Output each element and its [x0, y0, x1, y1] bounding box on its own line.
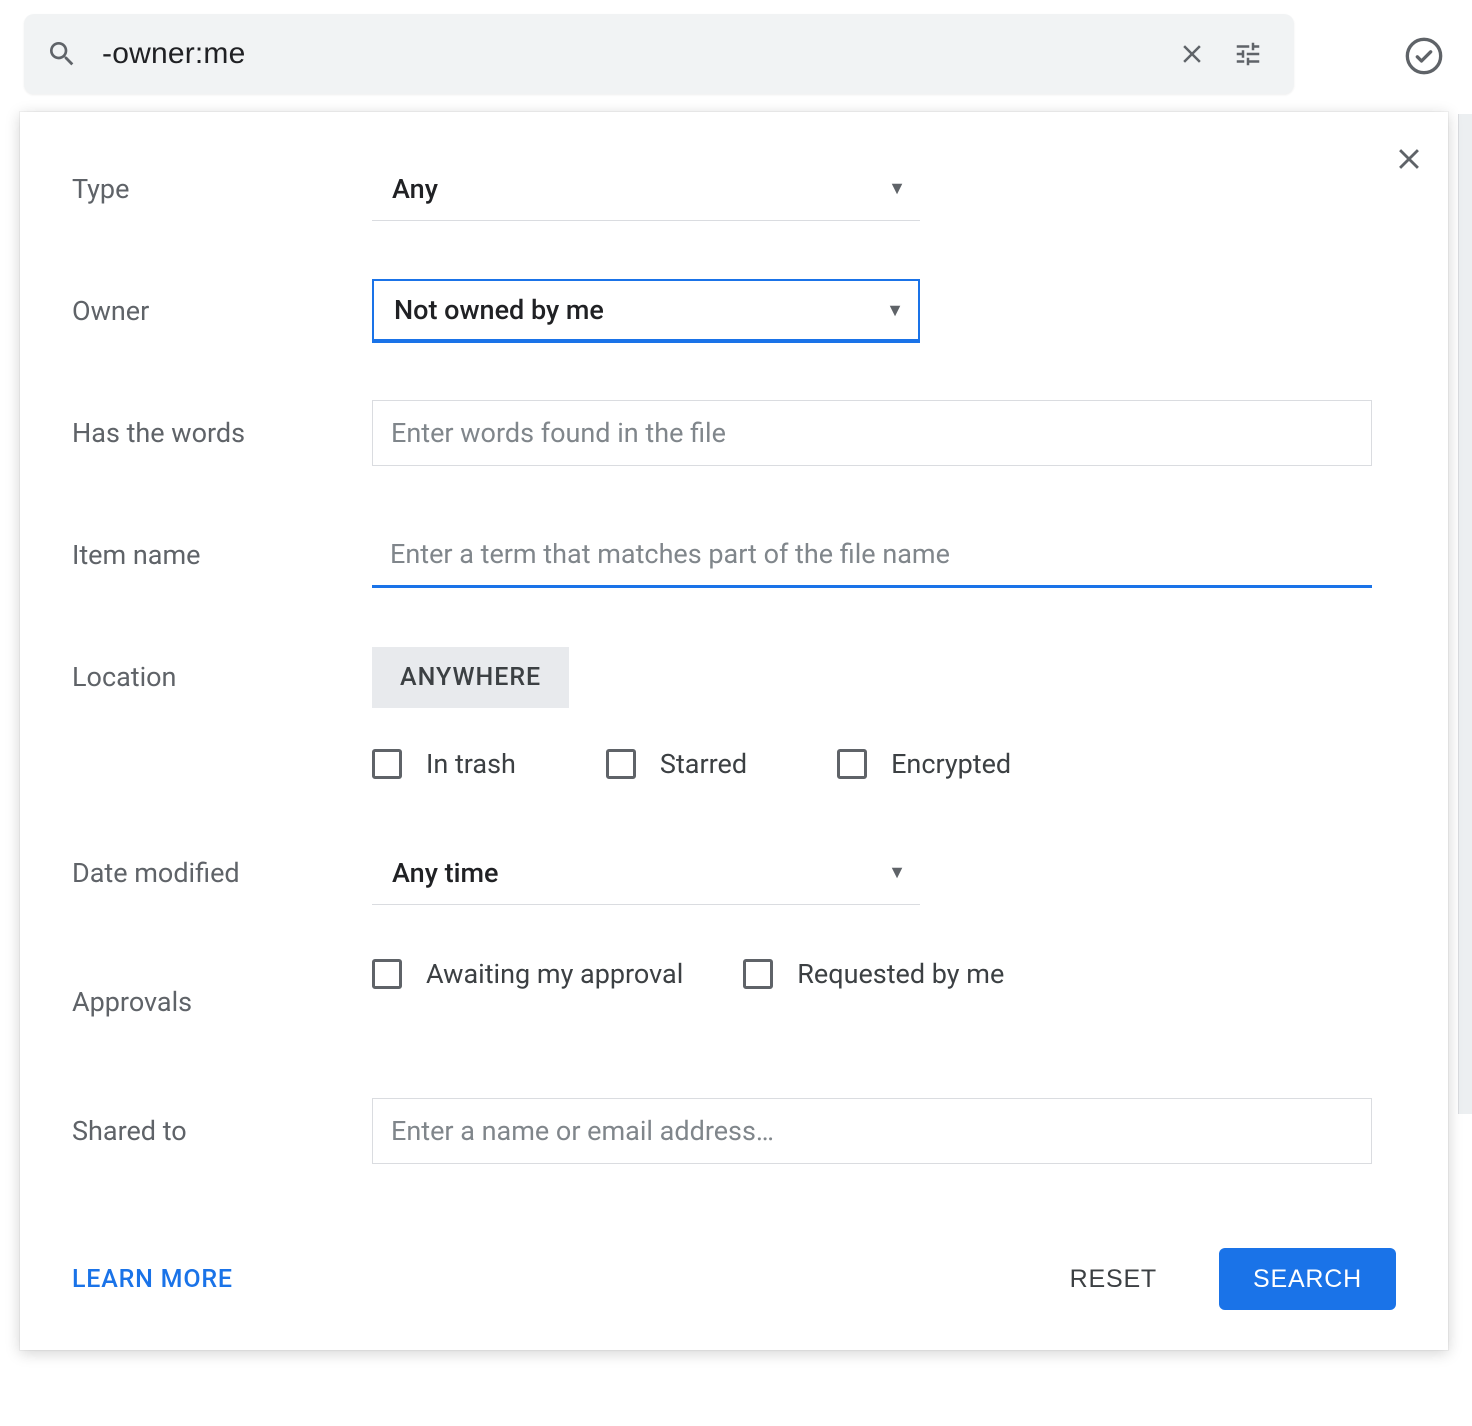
close-panel-button[interactable]	[1392, 142, 1426, 180]
item-name-input[interactable]	[372, 522, 1372, 588]
offline-ready-icon[interactable]	[1404, 36, 1444, 80]
encrypted-checkbox[interactable]: Encrypted	[837, 748, 1011, 780]
type-label: Type	[72, 173, 372, 205]
chevron-down-icon: ▼	[886, 300, 904, 321]
reset-button[interactable]: RESET	[1036, 1248, 1191, 1310]
location-checks: In trash Starred Encrypted	[72, 748, 1396, 780]
location-label: Location	[72, 661, 372, 693]
checkbox-icon	[372, 749, 402, 779]
requested-by-me-label: Requested by me	[797, 958, 1004, 990]
in-trash-checkbox[interactable]: In trash	[372, 748, 516, 780]
checkbox-icon	[743, 959, 773, 989]
shared-to-input[interactable]	[372, 1098, 1372, 1164]
search-icon	[46, 38, 78, 70]
type-dropdown[interactable]: Any ▼	[372, 157, 920, 221]
awaiting-approval-checkbox[interactable]: Awaiting my approval	[372, 958, 683, 990]
encrypted-label: Encrypted	[891, 748, 1011, 780]
learn-more-link[interactable]: LEARN MORE	[72, 1265, 233, 1294]
has-words-label: Has the words	[72, 417, 372, 449]
chevron-down-icon: ▼	[888, 178, 906, 199]
date-modified-value: Any time	[392, 857, 499, 889]
item-name-label: Item name	[72, 539, 372, 571]
owner-label: Owner	[72, 295, 372, 327]
owner-dropdown-value: Not owned by me	[394, 294, 604, 326]
clear-search-button[interactable]	[1164, 26, 1220, 82]
location-chip[interactable]: ANYWHERE	[372, 647, 569, 708]
tune-icon	[1233, 39, 1263, 69]
awaiting-approval-label: Awaiting my approval	[426, 958, 683, 990]
scrollbar-strip	[1458, 114, 1472, 1114]
advanced-search-panel: Type Any ▼ Owner Not owned by me ▼ Has t…	[20, 112, 1448, 1350]
checkbox-icon	[837, 749, 867, 779]
approvals-label: Approvals	[72, 986, 372, 1018]
starred-checkbox[interactable]: Starred	[606, 748, 747, 780]
search-button[interactable]: SEARCH	[1219, 1248, 1396, 1310]
checkbox-icon	[372, 959, 402, 989]
has-words-input[interactable]	[372, 400, 1372, 466]
owner-dropdown[interactable]: Not owned by me ▼	[372, 279, 920, 343]
starred-label: Starred	[660, 748, 747, 780]
search-input[interactable]	[102, 37, 1164, 71]
approvals-checks: Awaiting my approval Requested by me	[372, 958, 1396, 990]
search-bar	[24, 14, 1294, 94]
in-trash-label: In trash	[426, 748, 516, 780]
date-modified-dropdown[interactable]: Any time ▼	[372, 841, 920, 905]
checkbox-icon	[606, 749, 636, 779]
date-modified-label: Date modified	[72, 857, 372, 889]
search-options-button[interactable]	[1220, 26, 1276, 82]
type-dropdown-value: Any	[392, 173, 438, 205]
close-icon	[1177, 39, 1207, 69]
shared-to-label: Shared to	[72, 1115, 372, 1147]
panel-footer: LEARN MORE RESET SEARCH	[72, 1248, 1396, 1310]
requested-by-me-checkbox[interactable]: Requested by me	[743, 958, 1004, 990]
chevron-down-icon: ▼	[888, 862, 906, 883]
close-icon	[1392, 142, 1426, 176]
